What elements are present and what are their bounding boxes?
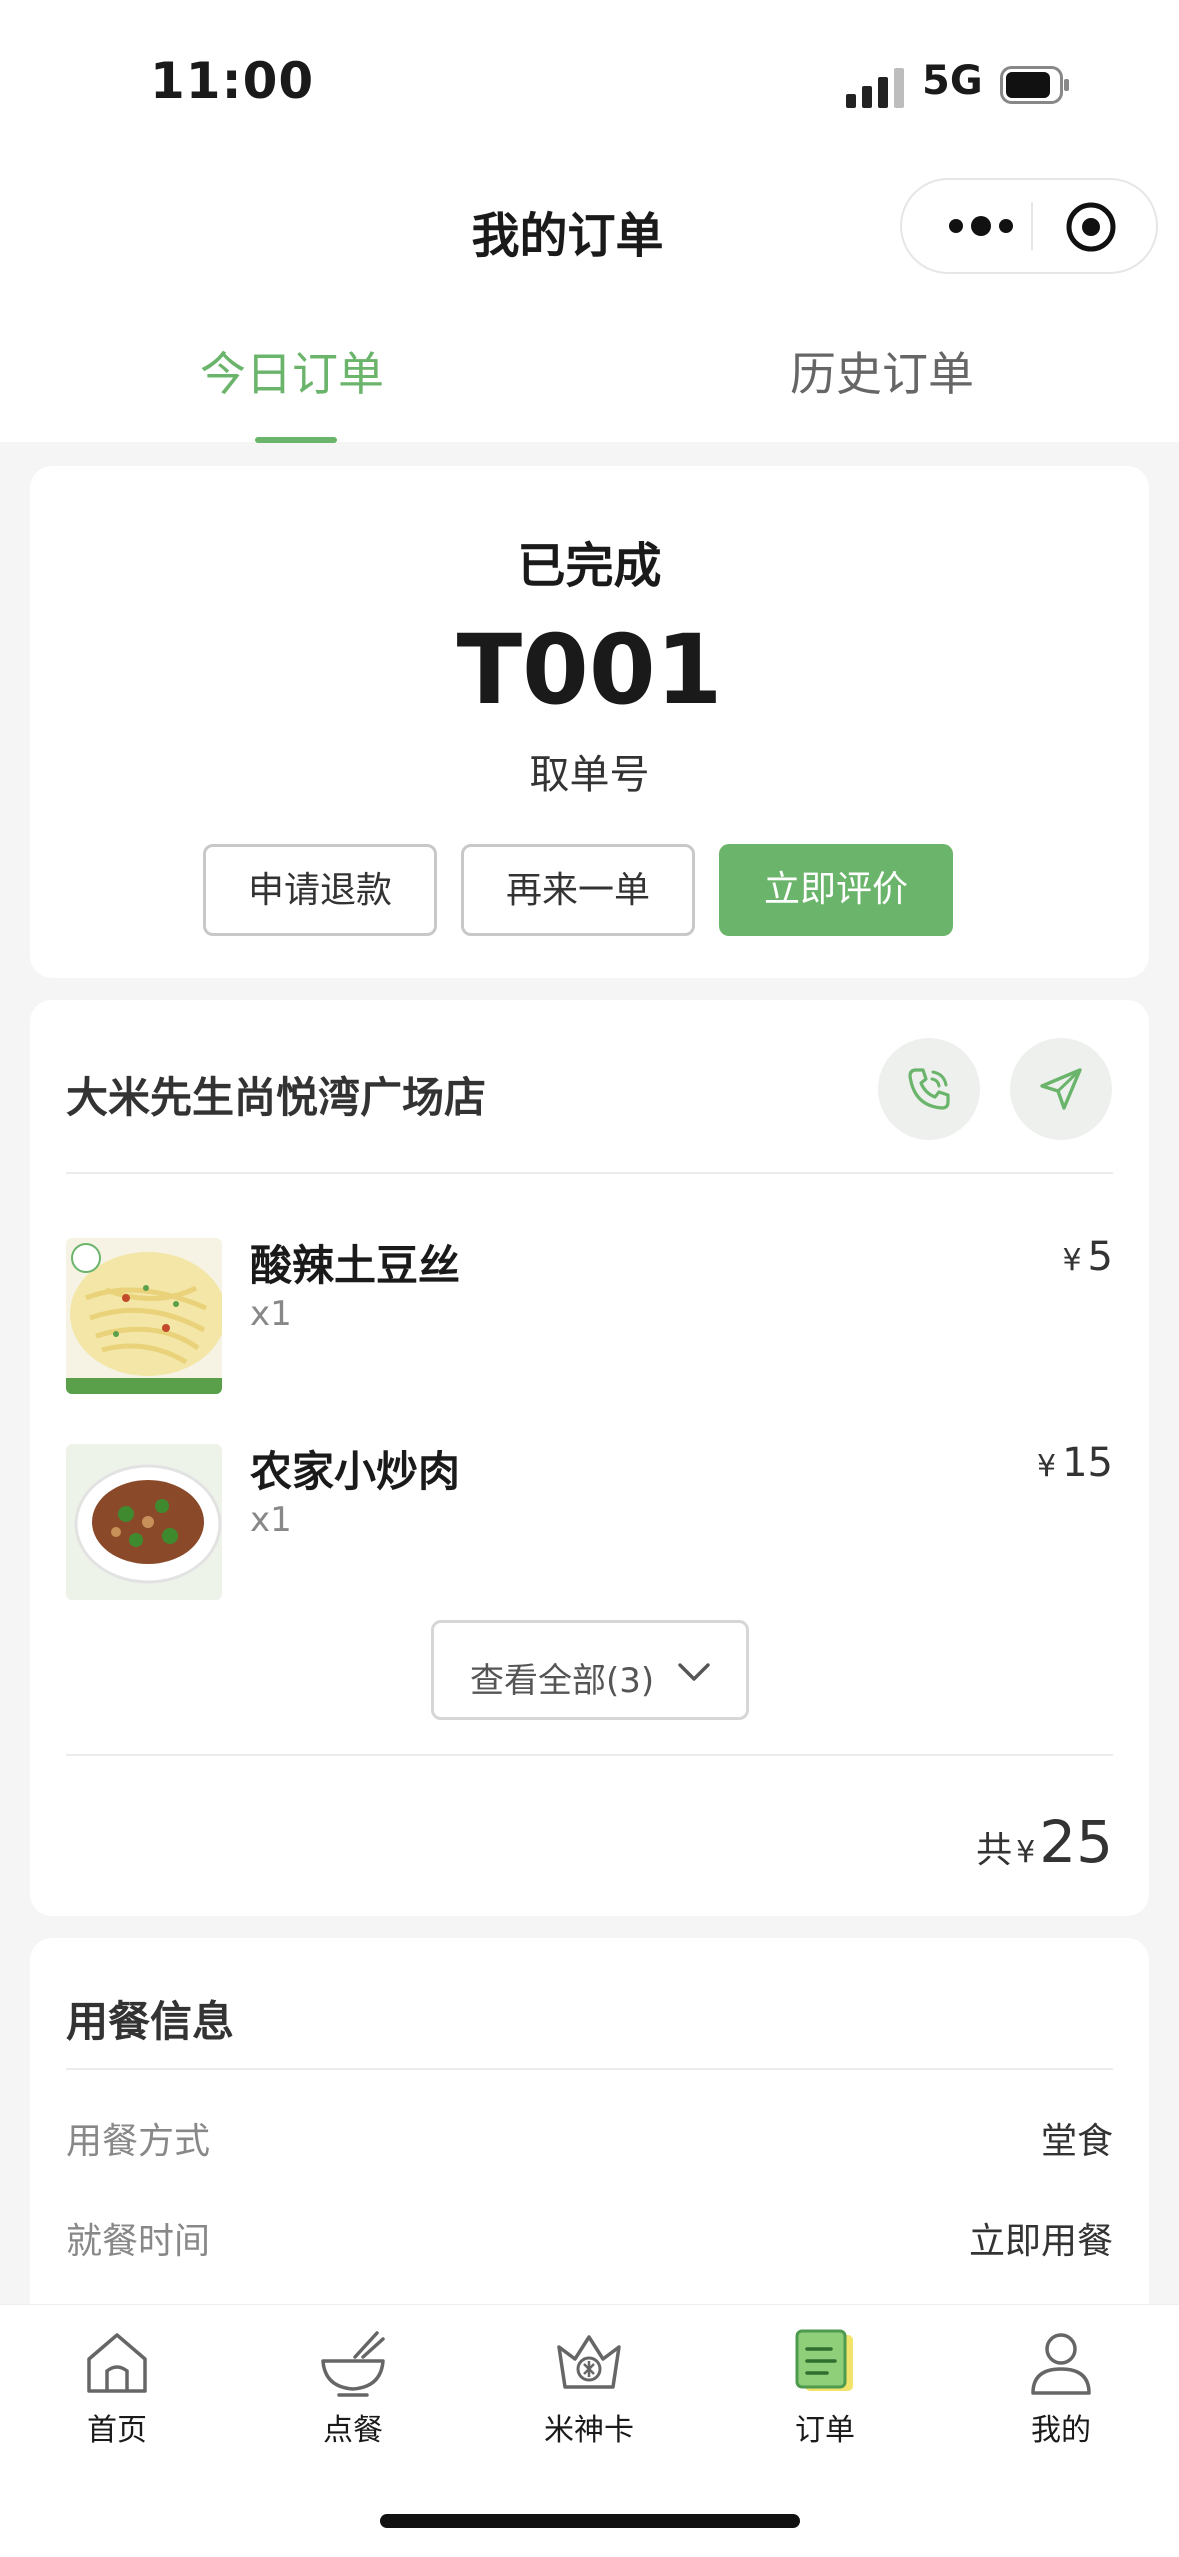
crown-card-icon xyxy=(557,2335,621,2389)
dining-mode-label: 用餐方式 xyxy=(66,2121,211,2162)
navigate-store-button[interactable] xyxy=(1010,1038,1112,1140)
pickup-number: T001 xyxy=(456,614,723,726)
pickup-label: 取单号 xyxy=(529,752,650,798)
status-time: 11:00 xyxy=(150,52,315,110)
network-type: 5G xyxy=(922,58,983,104)
store-name: 大米先生尚悦湾广场店 xyxy=(66,1073,487,1122)
item-price: ¥15 xyxy=(1037,1440,1113,1486)
bottom-tab-label: 我的 xyxy=(1031,2413,1091,2448)
item-image-potato xyxy=(66,1238,222,1394)
bottom-tab-order-food[interactable]: 点餐 xyxy=(283,2325,423,2449)
signal-icon xyxy=(846,68,904,108)
view-all-button[interactable]: 查看全部(3) xyxy=(431,1620,749,1720)
battery-icon xyxy=(1000,66,1069,104)
dining-info-title: 用餐信息 xyxy=(66,1997,235,2046)
bottom-tab-label: 点餐 xyxy=(323,2413,383,2448)
bottom-tab-card[interactable]: 米神卡 xyxy=(519,2325,659,2449)
profile-icon xyxy=(1031,2333,1091,2395)
navigation-arrow-icon xyxy=(1040,1068,1082,1110)
bottom-tab-label: 首页 xyxy=(87,2413,147,2448)
review-button[interactable]: 立即评价 xyxy=(719,844,953,936)
divider xyxy=(66,1754,1113,1756)
item-image-pork xyxy=(66,1444,222,1600)
order-status-card: 已完成 T001 取单号 申请退款 再来一单 立即评价 xyxy=(30,466,1149,978)
capsule-divider xyxy=(1031,202,1033,250)
tab-history-orders[interactable]: 历史订单 xyxy=(682,338,1082,404)
item-name: 酸辣土豆丝 xyxy=(250,1241,461,1290)
item-name: 农家小炒肉 xyxy=(250,1447,461,1496)
dining-mode-value: 堂食 xyxy=(1040,2121,1113,2162)
active-tab-indicator xyxy=(255,437,337,443)
bottom-tab-profile[interactable]: 我的 xyxy=(991,2325,1131,2449)
tab-today-orders[interactable]: 今日订单 xyxy=(92,338,492,404)
home-icon xyxy=(87,2333,147,2393)
call-store-button[interactable] xyxy=(878,1038,980,1140)
divider xyxy=(66,2068,1113,2070)
item-qty: x1 xyxy=(250,1294,292,1334)
refund-button[interactable]: 申请退款 xyxy=(203,844,437,936)
item-qty: x1 xyxy=(250,1500,292,1540)
more-icon[interactable] xyxy=(936,204,1026,248)
view-all-label: 查看全部(3) xyxy=(470,1661,655,1701)
dining-time-value: 立即用餐 xyxy=(968,2221,1113,2262)
bottom-tab-home[interactable]: 首页 xyxy=(47,2325,187,2449)
dining-info-card: 用餐信息 用餐方式 堂食 就餐时间 立即用餐 xyxy=(30,1938,1149,2358)
bottom-tab-label: 米神卡 xyxy=(544,2413,634,2448)
close-target-icon[interactable] xyxy=(1064,200,1118,254)
chevron-down-icon xyxy=(678,1663,710,1681)
bottom-tab-label: 订单 xyxy=(795,2413,855,2448)
bowl-icon xyxy=(321,2331,385,2397)
phone-icon xyxy=(908,1068,950,1110)
item-price: ¥5 xyxy=(1062,1234,1113,1280)
order-icon xyxy=(795,2329,853,2391)
reorder-button[interactable]: 再来一单 xyxy=(461,844,695,936)
order-items-card: 大米先生尚悦湾广场店 酸辣土豆丝 x1 ¥5 农家小炒肉 x1 ¥15 查看全部… xyxy=(30,1000,1149,1916)
dining-time-label: 就餐时间 xyxy=(66,2221,211,2262)
order-total: 共 ¥25 xyxy=(976,1808,1113,1876)
divider xyxy=(66,1172,1113,1174)
order-status: 已完成 xyxy=(517,538,662,594)
miniprogram-capsule xyxy=(900,178,1158,274)
bottom-tab-orders[interactable]: 订单 xyxy=(755,2325,895,2449)
home-indicator xyxy=(380,2514,800,2528)
